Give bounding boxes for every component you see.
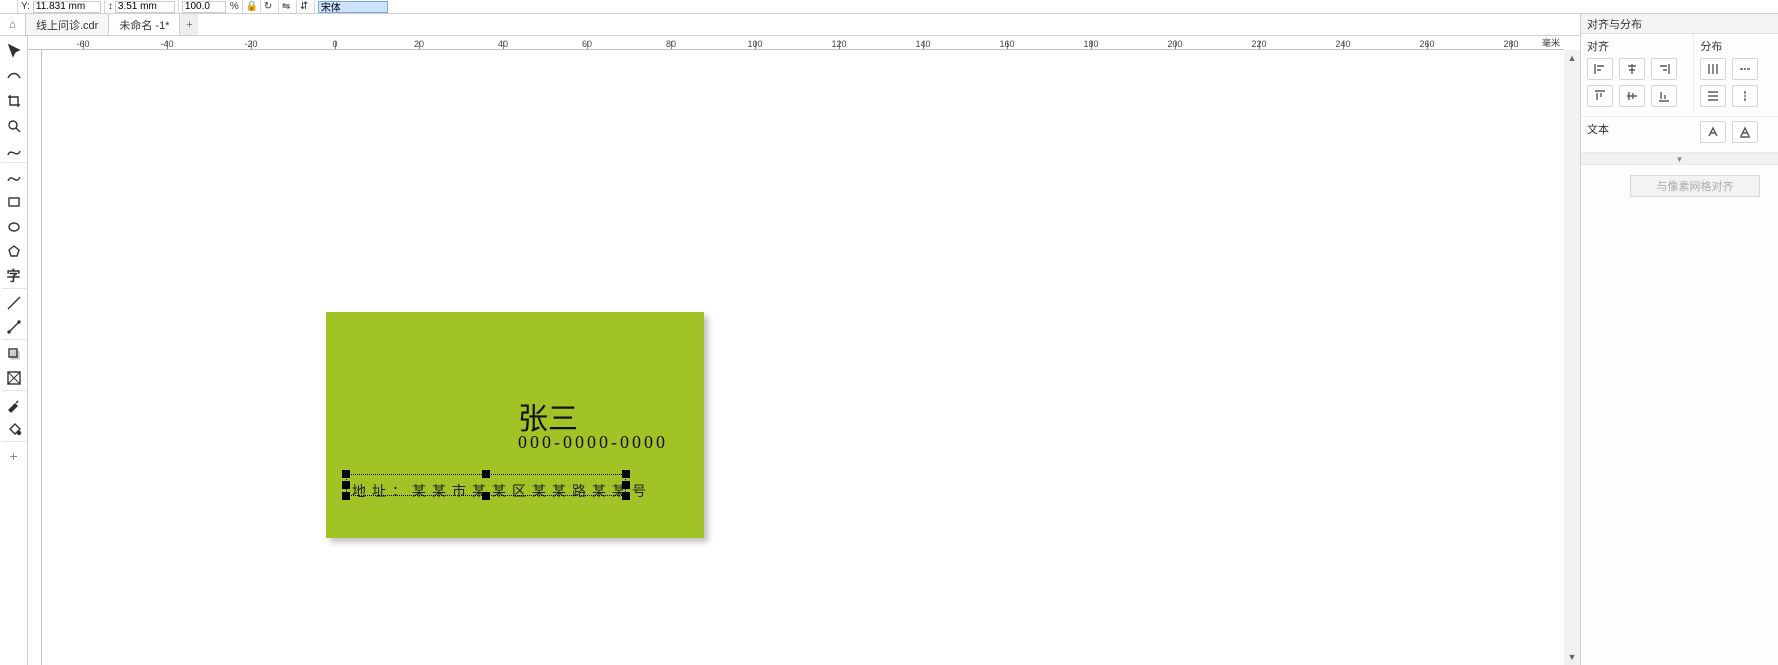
zoom-tool-icon[interactable] [2, 113, 26, 138]
ellipse-tool-icon[interactable] [2, 214, 26, 239]
ruler-mark: 140 [915, 39, 930, 49]
distribute-section-label: 分布 [1700, 38, 1772, 54]
ruler-mark: 40 [498, 39, 508, 49]
ruler-mark: 60 [582, 39, 592, 49]
property-bar: Y: ↕ % 🔒 ↻ ⇋ ⇵ [0, 0, 1778, 14]
height-icon: ↕ [108, 1, 113, 12]
artistic-media-tool-icon[interactable] [2, 164, 26, 189]
height-field: ↕ [105, 0, 179, 13]
ruler-vertical[interactable] [28, 50, 42, 665]
canvas[interactable]: 张三 000-0000-0000 地址：某某市某某区某某路某某号 [42, 50, 1564, 665]
ruler-mark: -40 [160, 39, 173, 49]
pixel-grid-align-button[interactable]: 与像素网格对齐 [1630, 175, 1760, 197]
ruler-mark: -20 [244, 39, 257, 49]
transparency-tool-icon[interactable] [2, 366, 26, 391]
handle-sw[interactable] [342, 492, 350, 500]
ruler-mark: -60 [76, 39, 89, 49]
docker-title: 对齐与分布 [1581, 14, 1778, 34]
line-tool-icon[interactable] [2, 290, 26, 315]
ruler-mark: 260 [1419, 39, 1434, 49]
ruler-mark: 20 [414, 39, 424, 49]
distribute-top-icon[interactable] [1700, 85, 1726, 107]
distribute-left-icon[interactable] [1700, 58, 1726, 80]
rectangle-tool-icon[interactable] [2, 189, 26, 214]
font-name-field [315, 0, 391, 13]
zoom-pct: % [230, 1, 239, 12]
handle-e[interactable] [622, 481, 630, 489]
ruler-mark: 220 [1251, 39, 1266, 49]
zoom-input[interactable] [182, 1, 226, 13]
ruler-horizontal[interactable]: 毫米 -60 -40 -20 0 20 40 60 80 100 120 140 160 180 200 2… [28, 36, 1564, 50]
scroll-up-icon[interactable]: ▲ [1564, 50, 1580, 66]
y-label: Y: [21, 1, 30, 12]
new-tab-button[interactable]: + [180, 14, 198, 35]
tab-file-2[interactable]: 未命名 -1* [109, 14, 180, 35]
tab-file-1[interactable]: 线上问诊.cdr [26, 14, 109, 35]
ruler-unit-label: 毫米 [1542, 36, 1560, 49]
lock-aspect-icon[interactable]: 🔒 [243, 0, 261, 13]
ruler-mark: 0 [332, 39, 337, 49]
handle-s[interactable] [482, 492, 490, 500]
distribute-spacing-v-icon[interactable] [1732, 85, 1758, 107]
business-card[interactable]: 张三 000-0000-0000 地址：某某市某某区某某路某某号 [326, 312, 704, 538]
ruler-mark: 200 [1167, 39, 1182, 49]
ruler-mark: 100 [747, 39, 762, 49]
polygon-tool-icon[interactable] [2, 239, 26, 264]
y-input[interactable] [33, 1, 101, 13]
ruler-mark: 180 [1083, 39, 1098, 49]
add-tool-icon[interactable]: + [2, 443, 26, 468]
handle-n[interactable] [482, 470, 490, 478]
align-bottom-icon[interactable] [1651, 85, 1677, 107]
scrollbar-vertical[interactable]: ▲ ▼ [1564, 50, 1580, 665]
connector-tool-icon[interactable] [2, 315, 26, 340]
ruler-mark: 240 [1335, 39, 1350, 49]
freehand-tool-icon[interactable] [2, 138, 26, 163]
scroll-down-icon[interactable]: ▼ [1564, 649, 1580, 665]
shape-tool-icon[interactable] [2, 63, 26, 88]
align-center-v-icon[interactable] [1619, 85, 1645, 107]
card-phone-text[interactable]: 000-0000-0000 [518, 432, 668, 453]
ruler-mark: 80 [666, 39, 676, 49]
align-center-h-icon[interactable] [1619, 58, 1645, 80]
ruler-mark: 280 [1503, 39, 1518, 49]
mirror-v-icon[interactable]: ⇵ [297, 0, 315, 13]
font-name-input[interactable] [318, 1, 388, 13]
fill-tool-icon[interactable] [2, 417, 26, 442]
text-baseline-b-icon[interactable] [1732, 121, 1758, 143]
align-section-label: 对齐 [1587, 38, 1687, 54]
align-left-icon[interactable] [1587, 58, 1613, 80]
toolbox: 字 + [0, 36, 28, 665]
text-baseline-a-icon[interactable] [1700, 121, 1726, 143]
handle-w[interactable] [342, 481, 350, 489]
rotation-icon[interactable]: ↻ [261, 0, 279, 13]
align-right-icon[interactable] [1651, 58, 1677, 80]
handle-se[interactable] [622, 492, 630, 500]
y-field: Y: [18, 0, 105, 13]
ruler-mark: 120 [831, 39, 846, 49]
crop-tool-icon[interactable] [2, 88, 26, 113]
unused-left [0, 0, 18, 13]
home-icon[interactable]: ⌂ [0, 14, 26, 35]
mirror-h-icon[interactable]: ⇋ [279, 0, 297, 13]
collapse-icon[interactable]: ▼ [1581, 153, 1778, 165]
pick-tool-icon[interactable] [2, 38, 26, 63]
workspace: 毫米 -60 -40 -20 0 20 40 60 80 100 120 140 160 180 200 2… [28, 36, 1580, 665]
zoom-field: % [179, 0, 243, 13]
text-section-label: 文本 [1587, 121, 1688, 137]
distribute-spacing-h-icon[interactable] [1732, 58, 1758, 80]
align-top-icon[interactable] [1587, 85, 1613, 107]
dropshadow-tool-icon[interactable] [2, 341, 26, 366]
ruler-mark: 160 [999, 39, 1014, 49]
height-input[interactable] [115, 1, 175, 13]
text-tool-icon[interactable]: 字 [2, 264, 26, 289]
handle-ne[interactable] [622, 470, 630, 478]
handle-nw[interactable] [342, 470, 350, 478]
document-tab-bar: ⌂ 线上问诊.cdr 未命名 -1* + [0, 14, 1778, 36]
eyedropper-tool-icon[interactable] [2, 392, 26, 417]
align-docker: 对齐与分布 对齐 分布 [1580, 14, 1778, 665]
